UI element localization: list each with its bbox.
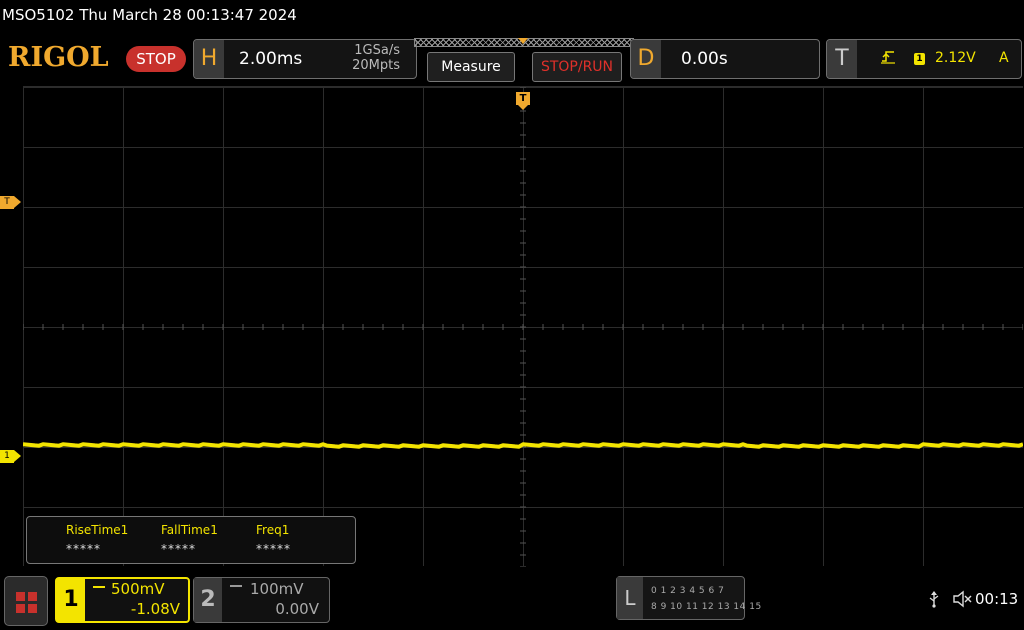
measurement-label: RiseTime1 xyxy=(66,523,129,537)
logic-channels-8-15: 8 9 10 11 12 13 14 15 xyxy=(651,602,762,612)
graticule xyxy=(23,87,1023,567)
ch1-ground-marker[interactable]: 1 xyxy=(0,450,22,463)
ch1-settings[interactable]: 1 500mV -1.08V xyxy=(55,577,190,623)
delay-value: 0.00s xyxy=(681,49,728,69)
sample-rate: 1GSa/s xyxy=(354,43,400,58)
ch1-offset: -1.08V xyxy=(130,600,180,618)
measurement-frequency: Freq1 ***** xyxy=(256,523,346,556)
measurement-value: ***** xyxy=(66,542,101,556)
bottom-bar: 1 500mV -1.08V 2 100mV 0.00V L 0 1 2 3 4… xyxy=(0,568,1024,630)
measurement-rise-time: RiseTime1 ***** xyxy=(66,523,156,556)
timebase-value: 2.00ms xyxy=(239,49,303,69)
top-bar: RIGOL STOP H 2.00ms 1GSa/s 20Mpts Measur… xyxy=(0,36,1024,83)
ch2-offset: 0.00V xyxy=(275,600,319,618)
speaker-muted-icon[interactable] xyxy=(952,590,972,608)
horizontal-label: H xyxy=(194,40,224,78)
graticule-ticks xyxy=(23,87,1023,567)
trigger-panel[interactable]: T 1 2.12V A xyxy=(826,39,1022,79)
run-state-badge[interactable]: STOP xyxy=(126,46,186,72)
menu-grid-icon xyxy=(16,592,37,613)
stop-run-button[interactable]: STOP/RUN xyxy=(532,52,622,82)
usb-icon xyxy=(928,590,940,608)
horizontal-panel[interactable]: H 2.00ms 1GSa/s 20Mpts xyxy=(193,39,417,79)
delay-panel[interactable]: D 0.00s xyxy=(630,39,820,79)
title-bar: MSO5102 Thu March 28 00:13:47 2024 xyxy=(0,0,1024,36)
rigol-logo: RIGOL xyxy=(8,42,109,73)
trigger-position-marker[interactable]: T xyxy=(516,86,530,110)
ch2-settings[interactable]: 2 100mV 0.00V xyxy=(193,577,330,623)
ch1-number: 1 xyxy=(57,579,85,621)
trigger-level-value: 2.12V xyxy=(935,50,976,66)
memory-depth: 20Mpts xyxy=(352,58,400,73)
ch1-waveform xyxy=(23,442,1023,449)
measurement-fall-time: FallTime1 ***** xyxy=(161,523,251,556)
trigger-level-marker[interactable]: T xyxy=(0,196,22,209)
rising-edge-icon xyxy=(881,49,895,69)
dc-coupling-icon xyxy=(93,586,105,591)
trigger-mode: A xyxy=(999,50,1009,66)
measurement-label: Freq1 xyxy=(256,523,290,537)
ch2-number: 2 xyxy=(194,578,222,622)
logic-label: L xyxy=(617,577,643,619)
logic-analyzer-settings[interactable]: L 0 1 2 3 4 5 6 7 8 9 10 11 12 13 14 15 xyxy=(616,576,761,620)
waveform-display[interactable] xyxy=(23,86,1023,567)
measurement-panel[interactable]: RiseTime1 ***** FallTime1 ***** Freq1 **… xyxy=(26,516,356,564)
measurement-value: ***** xyxy=(161,542,196,556)
measurement-label: FallTime1 xyxy=(161,523,218,537)
main-menu-button[interactable] xyxy=(4,576,48,626)
memory-position-marker xyxy=(518,38,528,44)
system-clock: 00:13 xyxy=(975,590,1019,608)
delay-label: D xyxy=(631,40,661,78)
acquisition-info: 1GSa/s 20Mpts xyxy=(352,43,400,73)
logic-channels-0-7: 0 1 2 3 4 5 6 7 xyxy=(651,586,725,596)
ch2-scale: 100mV xyxy=(250,580,304,598)
device-datetime: MSO5102 Thu March 28 00:13:47 2024 xyxy=(2,6,297,24)
trigger-label: T xyxy=(827,40,857,78)
dc-coupling-icon xyxy=(230,585,242,590)
ch1-scale: 500mV xyxy=(111,580,165,598)
measurement-value: ***** xyxy=(256,542,291,556)
measure-button[interactable]: Measure xyxy=(427,52,515,82)
trigger-source-badge: 1 xyxy=(914,53,925,65)
